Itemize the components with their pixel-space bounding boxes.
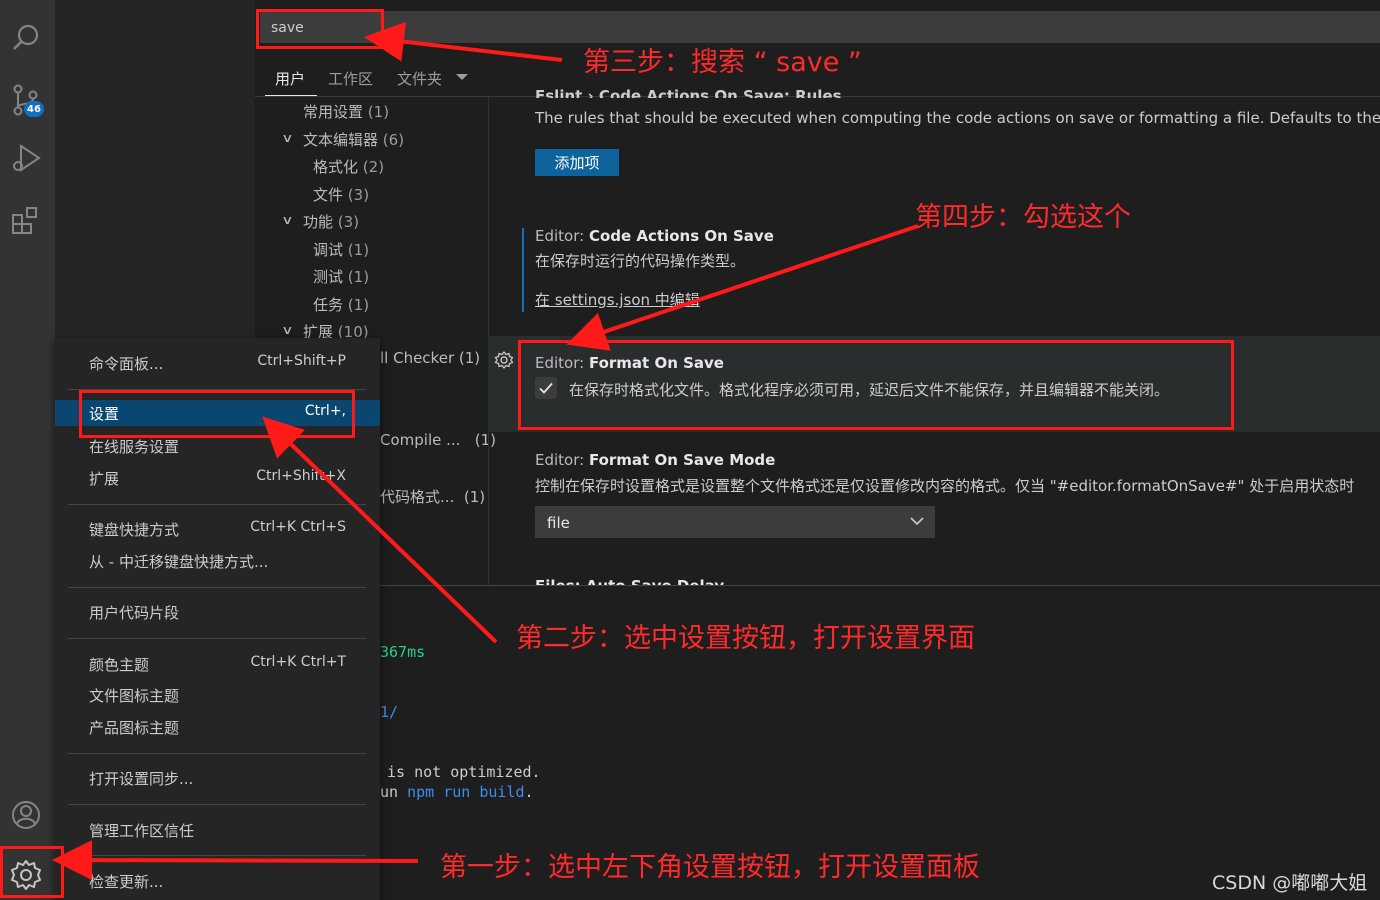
chevron-down-icon[interactable]: ∨ (281, 213, 293, 227)
chevron-down-icon[interactable]: ∨ (281, 323, 293, 337)
menu-separator (68, 753, 366, 754)
extensions-icon[interactable] (6, 200, 46, 240)
account-icon[interactable] (6, 795, 46, 835)
toc-item-partial[interactable]: Compile ... (1) (380, 431, 496, 449)
toc-item-partial[interactable]: ll Checker (1) (380, 349, 480, 367)
modified-indicator (522, 228, 524, 312)
menu-separator (68, 638, 366, 639)
terminal-text: 1/ (380, 703, 399, 721)
tab-folder[interactable]: 文件夹 (397, 68, 442, 89)
toc-item-formatting[interactable]: 格式化 (2) (313, 156, 384, 177)
setting-description: 控制在保存时设置格式是设置整个文件格式还是仅设置修改内容的格式。仅当 "#edi… (535, 477, 1355, 495)
chevron-down-icon[interactable] (456, 74, 468, 80)
terminal-text: 367ms (380, 643, 426, 661)
menu-item-settings-sync[interactable]: 打开设置同步... (55, 765, 380, 791)
menu-separator (68, 855, 366, 856)
menu-item-user-snippets[interactable]: 用户代码片段 (55, 599, 380, 625)
chevron-down-icon[interactable]: ∨ (281, 131, 293, 145)
toc-item-tasks[interactable]: 任务 (1) (313, 294, 369, 315)
watermark: CSDN @嘟嘟大姐 (1212, 872, 1368, 894)
add-item-button[interactable]: 添加项 (535, 149, 619, 176)
menu-item-product-icon-theme[interactable]: 产品图标主题 (55, 714, 380, 740)
setting-title-cut: Files: Auto Save Delay (535, 576, 724, 585)
menu-separator (68, 504, 366, 505)
annotation-box-settings (79, 390, 355, 438)
menu-item-keyboard-shortcuts[interactable]: 键盘快捷方式 Ctrl+K Ctrl+S (55, 516, 380, 542)
menu-separator (68, 587, 366, 588)
settings-search-input[interactable] (260, 11, 1380, 43)
annotation-step3: 第三步：搜索 “ save ” (583, 47, 862, 78)
toc-item-debug[interactable]: 调试 (1) (313, 239, 369, 260)
toc-item-commonly-used[interactable]: 常用设置 (1) (303, 101, 389, 122)
toc-item-features[interactable]: 功能 (3) (303, 211, 359, 232)
activity-bar: 46 (0, 0, 55, 900)
annotation-step2: 第二步：选中设置按钮，打开设置界面 (516, 623, 975, 654)
menu-separator (68, 804, 366, 805)
annotation-box-search (256, 9, 384, 49)
search-icon[interactable] (6, 18, 46, 58)
tab-user[interactable]: 用户 (275, 68, 305, 89)
terminal-line: un npm run build. (380, 783, 534, 801)
annotation-step4: 第四步：勾选这个 (915, 202, 1131, 233)
run-debug-icon[interactable] (6, 138, 46, 178)
setting-title-format-on-save-mode: Editor: Format On Save Mode (535, 451, 776, 469)
toc-item-files[interactable]: 文件 (3) (313, 184, 369, 205)
setting-title-cut: Eslint › Code Actions On Save: Rules (535, 87, 842, 98)
scm-badge: 46 (24, 101, 44, 117)
annotation-step1: 第一步：选中左下角设置按钮，打开设置面板 (440, 852, 980, 883)
toc-item-text-editor[interactable]: 文本编辑器 (6) (303, 129, 404, 150)
panel-divider (380, 585, 1380, 586)
menu-item-command-palette[interactable]: 命令面板... Ctrl+Shift+P (55, 350, 380, 376)
setting-description: 在保存时运行的代码操作类型。 (535, 252, 746, 270)
select-value: file (547, 514, 570, 532)
setting-title-code-actions: Editor: Code Actions On Save (535, 227, 774, 245)
menu-item-color-theme[interactable]: 颜色主题 Ctrl+K Ctrl+T (55, 651, 380, 677)
menu-item-migrate-keybindings[interactable]: 从 - 中迁移键盘快捷方式... (55, 548, 380, 574)
setting-description: The rules that should be executed when c… (535, 109, 1380, 127)
edit-in-settings-json-link[interactable]: 在 settings.json 中编辑 (535, 289, 700, 310)
menu-item-extensions[interactable]: 扩展 Ctrl+Shift+X (55, 465, 380, 491)
setting-gear-icon[interactable] (494, 350, 514, 370)
terminal-text: is not optimized. (378, 763, 541, 781)
chevron-down-icon (910, 517, 924, 526)
toc-item-testing[interactable]: 测试 (1) (313, 266, 369, 287)
menu-item-file-icon-theme[interactable]: 文件图标主题 (55, 682, 380, 708)
menu-item-check-updates[interactable]: 检查更新... (55, 868, 380, 894)
annotation-box-format-on-save (518, 340, 1234, 430)
tab-workspace[interactable]: 工作区 (328, 68, 373, 89)
annotation-box-gear (0, 846, 64, 898)
format-on-save-mode-select[interactable] (535, 506, 935, 538)
toc-item-partial[interactable]: 代码格式... (1) (380, 486, 485, 507)
menu-item-workspace-trust[interactable]: 管理工作区信任 (55, 817, 380, 843)
